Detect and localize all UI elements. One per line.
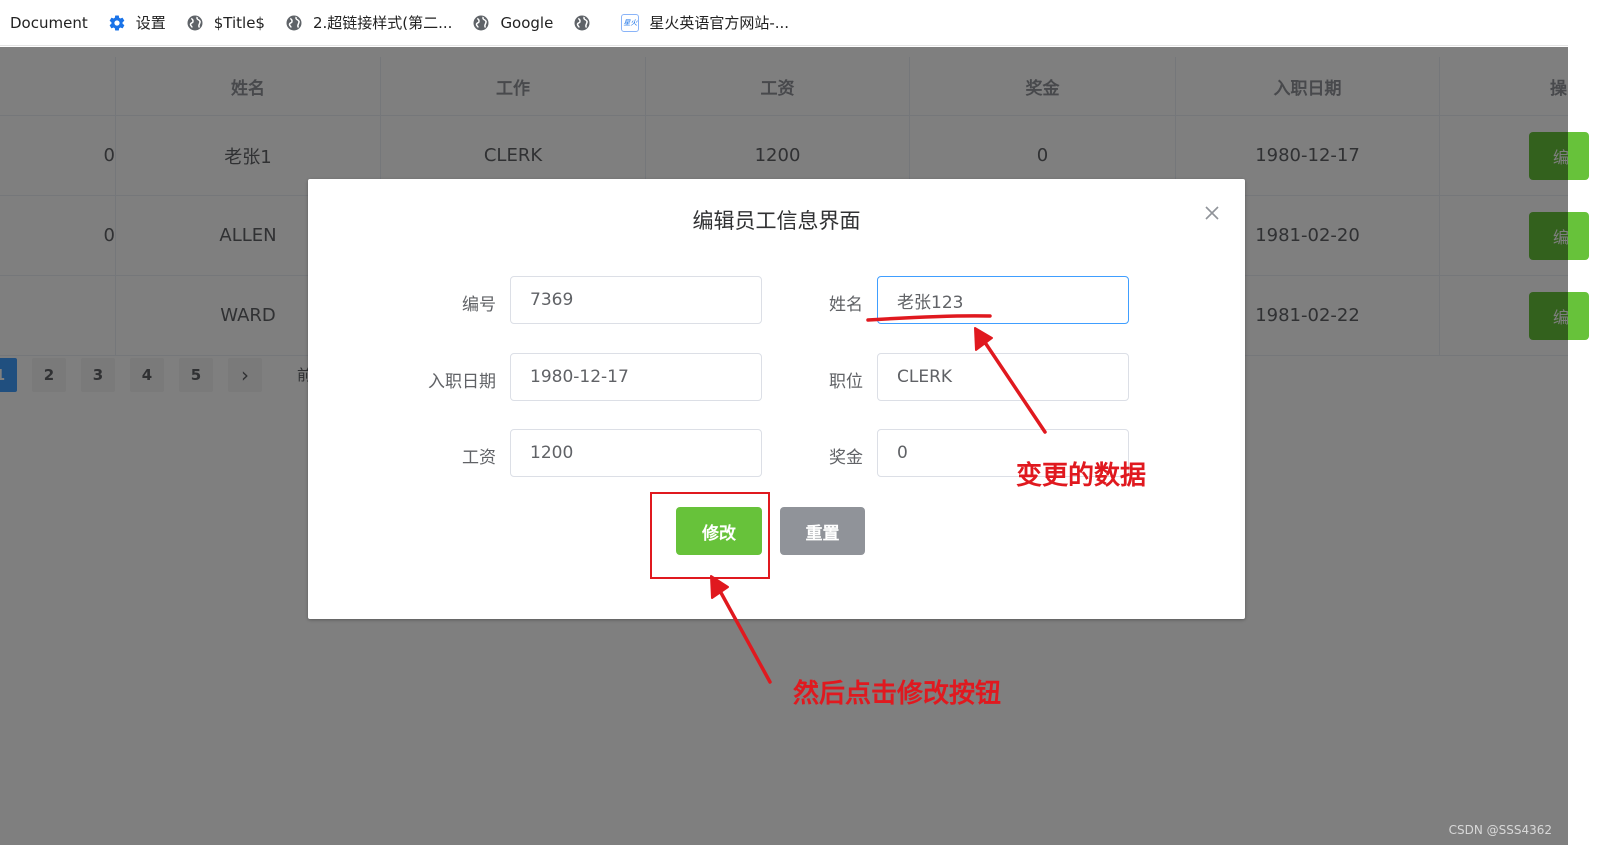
bookmark-label: 设置 [135, 14, 166, 32]
bookmark-title[interactable]: $Title$ [186, 14, 265, 32]
close-icon[interactable] [1204, 205, 1220, 221]
bookmark-untitled[interactable] [573, 14, 601, 32]
bookmark-document[interactable]: Document [10, 14, 88, 32]
bookmark-label: $Title$ [213, 13, 265, 32]
globe-icon [473, 15, 489, 30]
field-label-bonus: 奖金 [829, 448, 863, 468]
bookmark-google[interactable]: Google [472, 14, 553, 32]
watermark: CSDN @SSS4362 [1448, 823, 1552, 837]
globe-icon [187, 15, 203, 30]
field-label-job: 职位 [829, 372, 863, 392]
bookmark-label: 2.超链接样式(第二... [312, 14, 453, 32]
salary-input[interactable]: 1200 [510, 429, 762, 477]
annotation-click-modify: 然后点击修改按钮 [793, 679, 1002, 709]
site-favicon-icon: 星火 [621, 13, 640, 32]
edit-employee-dialog: 编辑员工信息界面 编号 7369 姓名 老张123 入职日期 1980-12-1… [308, 179, 1245, 619]
job-input[interactable]: CLERK [877, 353, 1129, 401]
bookmark-label: Google [500, 13, 554, 32]
globe-icon [286, 15, 302, 30]
field-label-salary: 工资 [462, 448, 496, 468]
date-input[interactable]: 1980-12-17 [510, 353, 762, 401]
annotation-highlight-box [650, 492, 770, 579]
field-label-id: 编号 [462, 295, 496, 315]
bookmark-label: Document [10, 13, 88, 32]
bookmark-link-style[interactable]: 2.超链接样式(第二... [285, 12, 452, 33]
bookmarks-bar: Document 设置 $Title$ 2.超链接样式(第二... Google… [0, 0, 1568, 46]
bookmark-settings[interactable]: 设置 [108, 12, 166, 33]
reset-button[interactable]: 重置 [780, 507, 865, 555]
field-label-date: 入职日期 [428, 372, 496, 392]
name-input[interactable]: 老张123 [877, 276, 1129, 324]
bookmark-label: 星火英语官方网站-... [649, 14, 790, 32]
dialog-title: 编辑员工信息界面 [692, 209, 861, 233]
annotation-changed-data: 变更的数据 [1016, 461, 1147, 491]
field-label-name: 姓名 [829, 295, 863, 315]
gear-icon [109, 15, 125, 31]
bookmark-spark-english[interactable]: 星火 星火英语官方网站-... [621, 12, 789, 33]
id-input[interactable]: 7369 [510, 276, 762, 324]
globe-icon [574, 15, 590, 30]
